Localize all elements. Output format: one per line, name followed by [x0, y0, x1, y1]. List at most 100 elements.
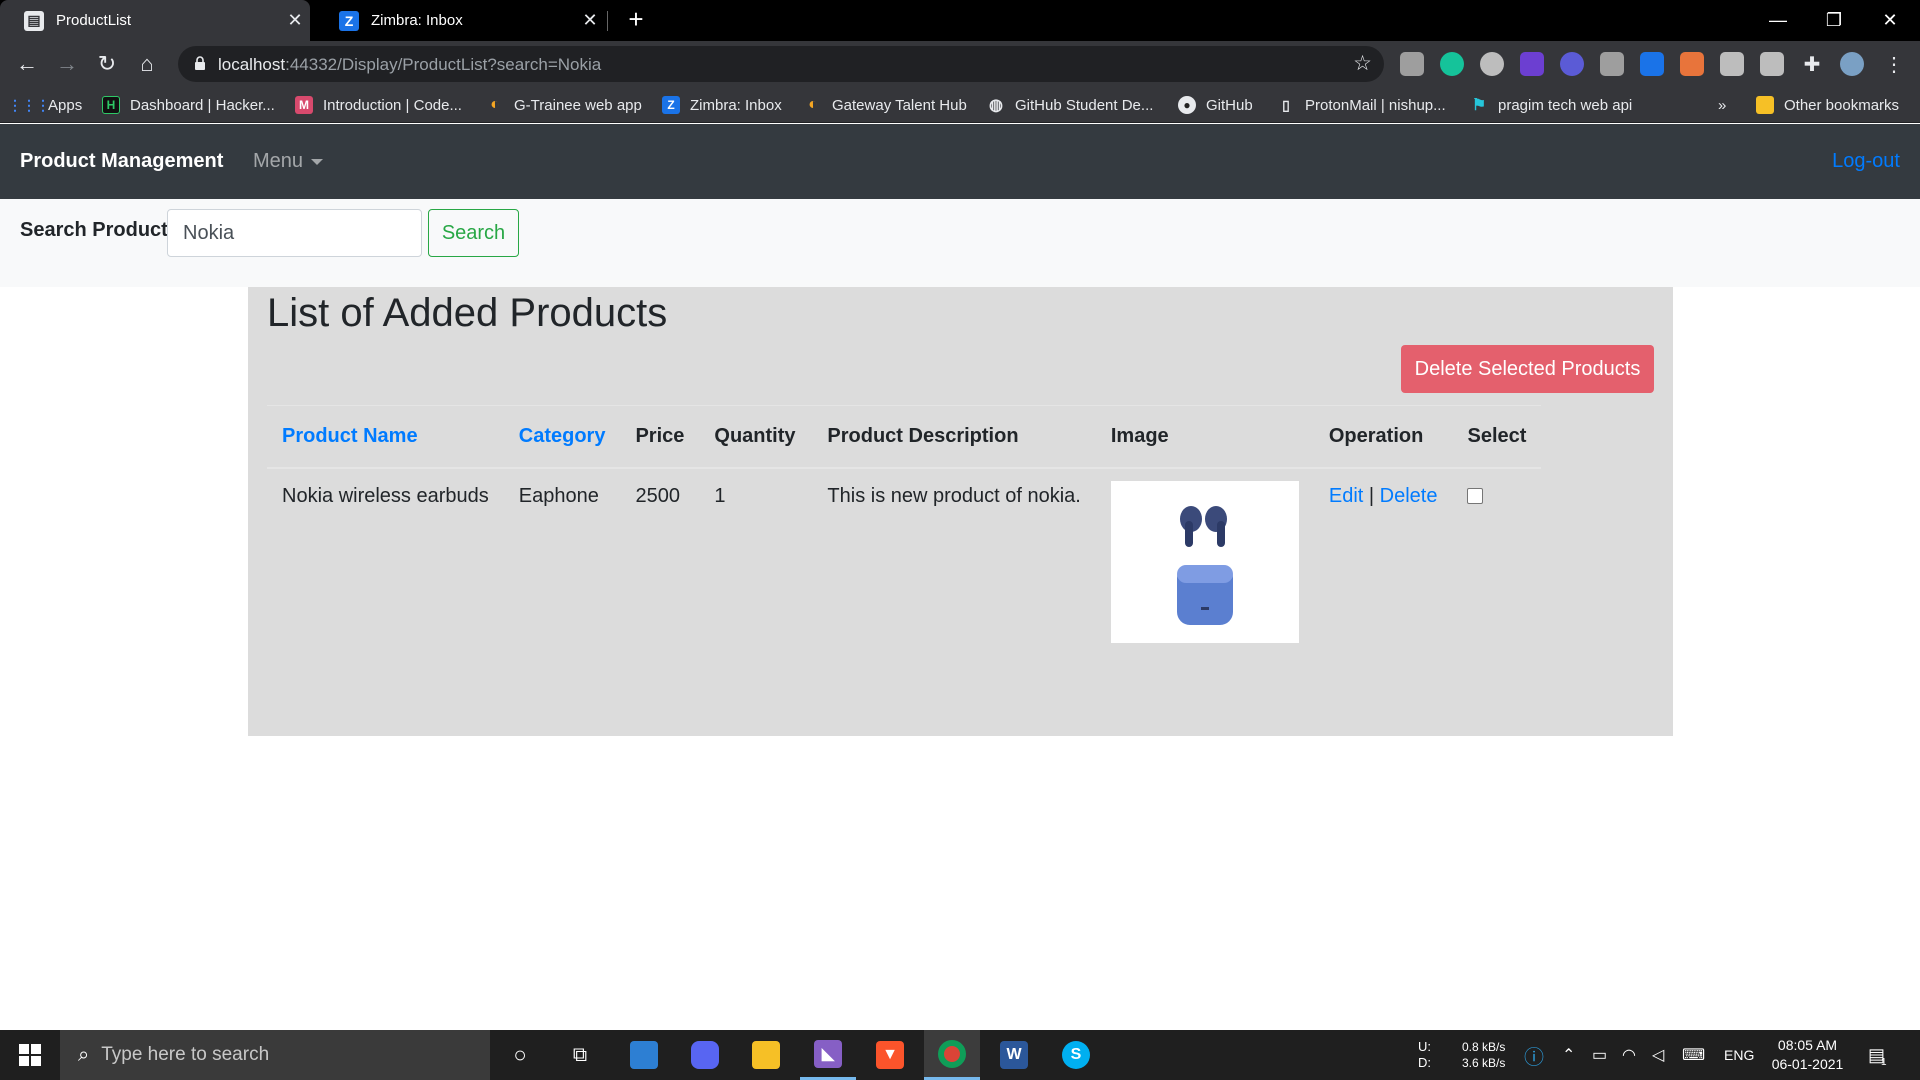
- logout-link[interactable]: Log-out: [1832, 150, 1900, 173]
- chevron-up-icon[interactable]: ⌃: [1562, 1030, 1575, 1080]
- select-checkbox[interactable]: [1467, 487, 1484, 504]
- app-brand[interactable]: Product Management: [20, 150, 223, 173]
- table-row: Nokia wireless earbuds Eaphone 2500 1 Th…: [267, 468, 1541, 659]
- github-icon: ●: [1178, 96, 1196, 114]
- clock[interactable]: 08:05 AM 06-01-2021: [1760, 1036, 1855, 1074]
- close-tab-icon[interactable]: ✕: [575, 10, 605, 31]
- column-header-description: Product Description: [812, 405, 1096, 469]
- earbuds-image: [1176, 505, 1233, 625]
- close-tab-icon[interactable]: ✕: [280, 10, 310, 31]
- tab-title: ProductList: [56, 12, 132, 29]
- tab-zimbra-inbox[interactable]: Z Zimbra: Inbox ✕: [315, 0, 605, 41]
- brave-icon[interactable]: ▼: [862, 1030, 918, 1080]
- cortana-icon[interactable]: ○: [492, 1030, 548, 1080]
- chrome-icon[interactable]: [924, 1030, 980, 1080]
- bookmark-gateway-talent-hub[interactable]: ◐ Gateway Talent Hub: [804, 87, 967, 123]
- extension-icon[interactable]: [1560, 52, 1584, 76]
- keyboard-icon[interactable]: ⌨: [1682, 1030, 1705, 1080]
- app-navbar: Product Management Menu Log-out: [0, 124, 1920, 199]
- folder-icon: [1756, 96, 1774, 114]
- globe-icon: ◍: [989, 97, 1003, 114]
- menu-dropdown-toggle[interactable]: Menu: [253, 150, 324, 173]
- reload-icon[interactable]: ↻: [92, 49, 122, 79]
- word-icon[interactable]: W: [986, 1030, 1042, 1080]
- gateway-icon: ◐: [808, 96, 818, 113]
- puzzle-extensions-icon[interactable]: ✚: [1800, 52, 1824, 76]
- skype-icon[interactable]: S: [1048, 1030, 1104, 1080]
- extension-icon[interactable]: [1600, 52, 1624, 76]
- column-header-price: Price: [620, 405, 700, 469]
- bookmark-apps[interactable]: ⋮⋮⋮ Apps: [8, 87, 82, 123]
- close-window-button[interactable]: ✕: [1862, 0, 1918, 41]
- file-explorer-icon[interactable]: [738, 1030, 794, 1080]
- search-label: Search Product: [20, 219, 168, 241]
- bookmark-protonmail[interactable]: ▯ ProtonMail | nishup...: [1277, 87, 1446, 123]
- extension-icon[interactable]: [1680, 52, 1704, 76]
- products-panel: List of Added Products Delete Selected P…: [248, 287, 1673, 736]
- search-form: Search Product Search: [0, 199, 1920, 287]
- zimbra-icon: Z: [662, 96, 680, 114]
- url-text: localhost:44332/Display/ProductList?sear…: [218, 55, 602, 74]
- bookmark-zimbra[interactable]: Z Zimbra: Inbox: [662, 87, 782, 123]
- task-view-icon[interactable]: ⧉: [552, 1030, 608, 1080]
- camera-icon[interactable]: [1760, 52, 1784, 76]
- restore-window-button[interactable]: ❐: [1806, 0, 1862, 41]
- document-icon: ▤: [24, 10, 44, 31]
- notifications-icon[interactable]: ▤ 1: [1868, 1030, 1887, 1080]
- browser-tabstrip: ▤ ProductList ✕ Z Zimbra: Inbox ✕ + — ❐ …: [0, 0, 1920, 41]
- home-icon[interactable]: ⌂: [132, 49, 162, 79]
- clock-time: 08:05 AM: [1777, 1037, 1838, 1053]
- back-icon[interactable]: ←: [12, 49, 42, 79]
- bookmark-pragim[interactable]: ⚑ pragim tech web api: [1470, 87, 1632, 123]
- help-icon[interactable]: ⓘ: [1524, 1030, 1544, 1080]
- language-indicator[interactable]: ENG: [1724, 1030, 1754, 1080]
- bookmark-g-trainee[interactable]: ◐ G-Trainee web app: [486, 87, 642, 123]
- taskbar-search-box[interactable]: ⌕ Type here to search: [60, 1030, 490, 1080]
- extension-icon[interactable]: [1400, 52, 1424, 76]
- minimize-window-button[interactable]: —: [1750, 0, 1806, 41]
- battery-icon[interactable]: ▭: [1592, 1030, 1607, 1080]
- hackerrank-icon: H: [102, 96, 120, 114]
- extension-icon[interactable]: [1640, 52, 1664, 76]
- extension-icon[interactable]: [1520, 52, 1544, 76]
- bookmarks-overflow-button[interactable]: »: [1718, 87, 1726, 123]
- new-tab-button[interactable]: +: [622, 6, 650, 34]
- remote-desktop-icon[interactable]: [616, 1030, 672, 1080]
- bookmark-github[interactable]: ● GitHub: [1178, 87, 1253, 123]
- search-input[interactable]: [167, 209, 422, 257]
- delete-link[interactable]: Delete: [1380, 485, 1438, 507]
- edit-link[interactable]: Edit: [1329, 485, 1363, 507]
- download-icon[interactable]: [1720, 52, 1744, 76]
- delete-selected-button[interactable]: Delete Selected Products: [1401, 345, 1654, 393]
- tab-productlist[interactable]: ▤ ProductList ✕: [0, 0, 310, 41]
- forward-icon[interactable]: →: [52, 49, 82, 79]
- volume-icon[interactable]: ◁: [1652, 1030, 1664, 1080]
- select-cell: [1452, 468, 1541, 659]
- bookmark-github-student[interactable]: ◍ GitHub Student De...: [987, 87, 1153, 123]
- browser-toolbar: ← → ↻ ⌂ localhost:44332/Display/ProductL…: [0, 41, 1920, 87]
- bookmark-codechef[interactable]: M Introduction | Code...: [295, 87, 462, 123]
- protonmail-icon: ▯: [1282, 96, 1290, 113]
- apps-grid-icon: ⋮⋮⋮: [8, 96, 50, 113]
- bookmark-hackerrank[interactable]: H Dashboard | Hacker...: [102, 87, 275, 123]
- column-header-product-name[interactable]: Product Name: [267, 405, 504, 469]
- profile-avatar[interactable]: [1840, 52, 1864, 76]
- table-header-row: Product Name Category Price Quantity Pro…: [267, 405, 1542, 469]
- grammarly-icon[interactable]: [1440, 52, 1464, 76]
- wifi-icon[interactable]: ◠: [1622, 1030, 1636, 1080]
- chrome-menu-icon[interactable]: ⋮: [1882, 52, 1906, 76]
- column-header-category[interactable]: Category: [503, 405, 621, 469]
- bookmark-star-icon[interactable]: ☆: [1353, 51, 1372, 76]
- extension-icon[interactable]: [1480, 52, 1504, 76]
- other-bookmarks-folder[interactable]: Other bookmarks: [1756, 87, 1899, 123]
- visual-studio-icon[interactable]: ◣: [800, 1030, 856, 1080]
- address-bar[interactable]: localhost:44332/Display/ProductList?sear…: [178, 46, 1384, 82]
- codechef-icon: M: [295, 96, 313, 114]
- search-button[interactable]: Search: [428, 209, 519, 257]
- start-button[interactable]: [0, 1030, 60, 1080]
- lock-icon: [195, 56, 205, 70]
- net-speed-labels: U: D:: [1418, 1039, 1431, 1070]
- discord-icon[interactable]: [677, 1030, 733, 1080]
- column-header-image: Image: [1095, 405, 1314, 469]
- products-table: Product Name Category Price Quantity Pro…: [267, 405, 1542, 659]
